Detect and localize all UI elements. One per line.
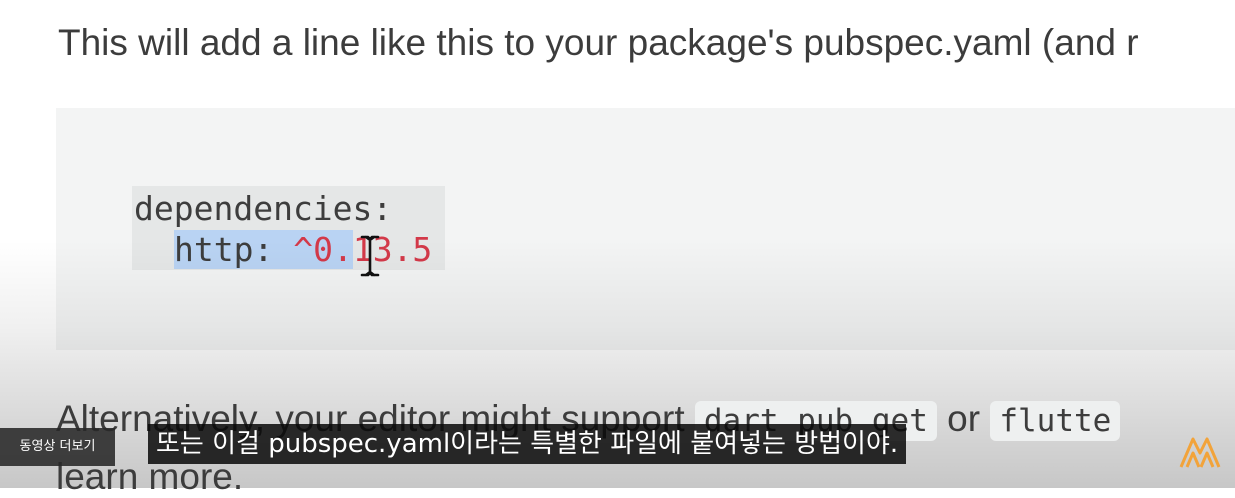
more-videos-button[interactable]: 동영상 더보기 <box>0 428 115 466</box>
intro-text: This will add a line like this to your p… <box>58 22 1139 63</box>
code-line-dependencies: dependencies: <box>134 189 393 228</box>
channel-logo-icon[interactable] <box>1178 434 1222 470</box>
alt-text-mid: or <box>936 398 991 439</box>
subtitle-caption: 또는 이걸 pubspec.yaml이라는 특별한 파일에 붙여넣는 방법이야. <box>148 424 907 464</box>
inline-code-flutter: flutte <box>990 401 1121 441</box>
